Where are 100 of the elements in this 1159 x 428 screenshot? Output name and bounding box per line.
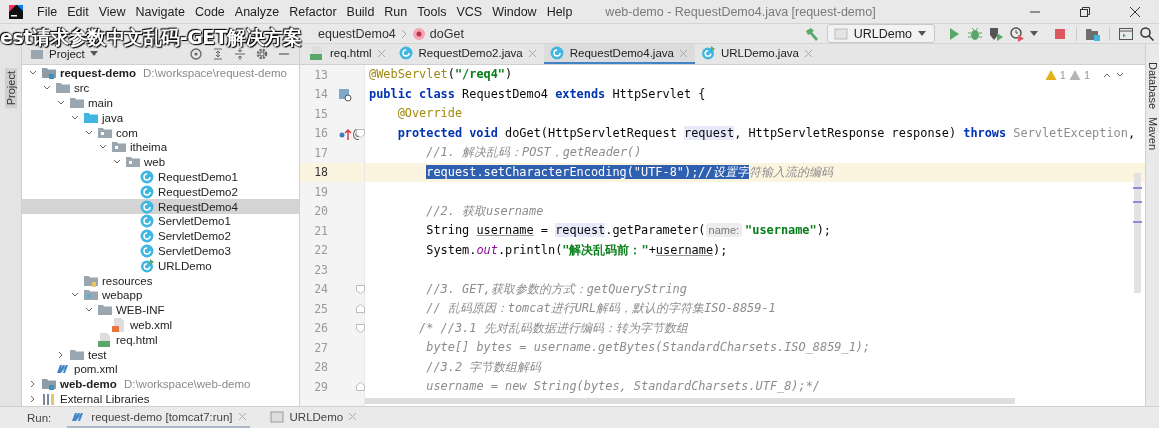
- menu-item[interactable]: Run: [379, 2, 413, 21]
- tree-item[interactable]: req.html: [22, 332, 299, 348]
- tool-window-tab[interactable]: Project: [4, 68, 17, 109]
- tree-item[interactable]: web.xml: [22, 317, 299, 333]
- tree-item[interactable]: ServletDemo1: [22, 213, 299, 229]
- panel-title[interactable]: Project: [49, 48, 85, 60]
- code-line: //3.2 字节数组解码: [426, 359, 542, 374]
- class-icon: [139, 183, 155, 200]
- editor-tab[interactable]: req.html: [304, 44, 393, 64]
- tree-item[interactable]: ServletDemo2: [22, 228, 299, 244]
- menu-item[interactable]: VCS: [451, 2, 488, 21]
- code-line: request.setCharacterEncoding("UTF-8");//设置字符输入流的编码: [426, 164, 833, 179]
- clock-run-icon[interactable]: [1009, 25, 1025, 42]
- scrollbar[interactable]: [365, 398, 1015, 404]
- breadcrumb[interactable]: doGet: [429, 26, 464, 41]
- xml-file-icon: [111, 316, 127, 333]
- tree-item[interactable]: request-demo D:\workspace\request-demo: [22, 66, 299, 81]
- run-configuration-dropdown[interactable]: URLDemo: [826, 24, 935, 43]
- tree-item[interactable]: pom.xml: [22, 361, 299, 377]
- code-line: username = new String(bytes, StandardCharsets.UTF_8);*/: [426, 379, 820, 393]
- tree-item[interactable]: web: [22, 154, 299, 170]
- tree-item[interactable]: URLDemo: [22, 258, 299, 274]
- code-line: // 乱码原因：tomcat进行URL解码，默认的字符集ISO-8859-1: [426, 301, 776, 315]
- shield-run-icon[interactable]: [988, 25, 1004, 42]
- settings-icon[interactable]: [255, 47, 269, 61]
- tree-item[interactable]: web-demo D:\workspace\web-demo: [22, 376, 299, 392]
- scrollbar[interactable]: [1134, 173, 1141, 293]
- window-title: web-demo - RequestDemo4.java [request-demo]: [604, 4, 877, 19]
- module-folder-icon: [41, 376, 57, 393]
- tree-item[interactable]: External Libraries: [22, 391, 299, 406]
- caret-icon[interactable]: [89, 51, 98, 57]
- bug-icon[interactable]: [967, 25, 983, 42]
- web-class-icon: [338, 87, 352, 102]
- editor-tab[interactable]: RequestDemo4.java: [543, 44, 695, 64]
- menu-item[interactable]: Code: [189, 2, 230, 21]
- line-number: 28: [313, 360, 328, 375]
- module-folder-icon: [41, 65, 57, 82]
- editor-tab[interactable]: RequestDemo2.java: [392, 44, 544, 64]
- run-label: Run:: [27, 411, 52, 424]
- line-number: 21: [313, 223, 328, 238]
- menu-item[interactable]: Help: [541, 2, 578, 21]
- tree-item[interactable]: src: [22, 80, 299, 96]
- line-number: 19: [313, 184, 328, 199]
- menu-item[interactable]: File: [32, 2, 63, 21]
- collapse-all-icon[interactable]: [211, 47, 225, 61]
- code-line: protected void doGet(HttpServletRequest request, HttpServletResponse response) throws ServletException,: [397, 125, 1136, 140]
- caret-icon[interactable]: [918, 30, 926, 37]
- line-number: 16: [313, 126, 328, 141]
- run-tab[interactable]: URLDemo: [265, 407, 361, 428]
- tree-item[interactable]: RequestDemo1: [22, 169, 299, 185]
- tree-item[interactable]: resources: [22, 273, 299, 288]
- class-icon: [699, 45, 716, 61]
- class-icon: [139, 213, 155, 230]
- line-number: 26: [313, 321, 328, 336]
- tree-item[interactable]: itheima: [22, 140, 299, 155]
- code-line: @Override: [397, 106, 463, 120]
- folder-icon: [69, 95, 85, 111]
- menu-item[interactable]: Edit: [62, 2, 94, 21]
- search-icon[interactable]: [1139, 25, 1155, 42]
- menu-item[interactable]: Tools: [412, 2, 452, 21]
- tree-item[interactable]: RequestDemo4: [22, 199, 299, 214]
- code-line: String username = request.getParameter( name: "username");: [426, 223, 831, 237]
- menu-item[interactable]: Navigate: [130, 2, 190, 21]
- tree-item[interactable]: ServletDemo3: [22, 243, 299, 259]
- tree-item[interactable]: WEB-INF: [22, 302, 299, 318]
- html-file-icon: [97, 331, 113, 348]
- menu-item[interactable]: Refactor: [284, 2, 342, 21]
- expand-all-icon[interactable]: [233, 47, 247, 61]
- breadcrumb[interactable]: equestDemo4: [318, 26, 396, 41]
- line-number: 20: [313, 204, 328, 219]
- run-tab[interactable]: request-demo [tomcat7:run]: [67, 407, 250, 428]
- tree-item[interactable]: test: [22, 347, 299, 362]
- chevron-right-icon: [399, 28, 408, 39]
- tree-item[interactable]: RequestDemo2: [22, 184, 299, 200]
- editor-tab[interactable]: URLDemo.java: [694, 44, 820, 64]
- restore-icon[interactable]: [1079, 5, 1091, 18]
- code-line: @WebServlet("/req4"): [369, 67, 513, 81]
- class-icon: [548, 45, 565, 61]
- menu-item[interactable]: Window: [487, 2, 542, 21]
- tool-window-tab[interactable]: Database: [1146, 62, 1159, 110]
- menu-item[interactable]: Analyze: [229, 2, 285, 21]
- code-line: System.out.println("解决乱码前："+username);: [426, 242, 728, 257]
- window-icon: [268, 408, 285, 425]
- close-icon[interactable]: [1129, 5, 1141, 18]
- line-number: 13: [313, 67, 328, 82]
- menu-item[interactable]: View: [93, 2, 131, 21]
- line-number: 15: [313, 106, 328, 121]
- tree-item[interactable]: com: [22, 125, 299, 140]
- class-icon: [139, 228, 155, 245]
- menu-item[interactable]: Build: [341, 2, 380, 21]
- code-line: byte[] bytes = username.getBytes(StandardCharsets.ISO_8859_1);: [426, 340, 871, 354]
- caret-icon[interactable]: [1030, 30, 1038, 37]
- window-icon[interactable]: [1118, 25, 1134, 42]
- class-icon: [139, 169, 155, 185]
- tool-window-tab[interactable]: Maven: [1146, 117, 1159, 151]
- target-icon[interactable]: [189, 47, 203, 61]
- tree-item[interactable]: java: [22, 110, 299, 126]
- hammer-icon[interactable]: [803, 25, 820, 42]
- tree-item[interactable]: main: [22, 95, 299, 111]
- tree-item[interactable]: webapp: [22, 287, 299, 303]
